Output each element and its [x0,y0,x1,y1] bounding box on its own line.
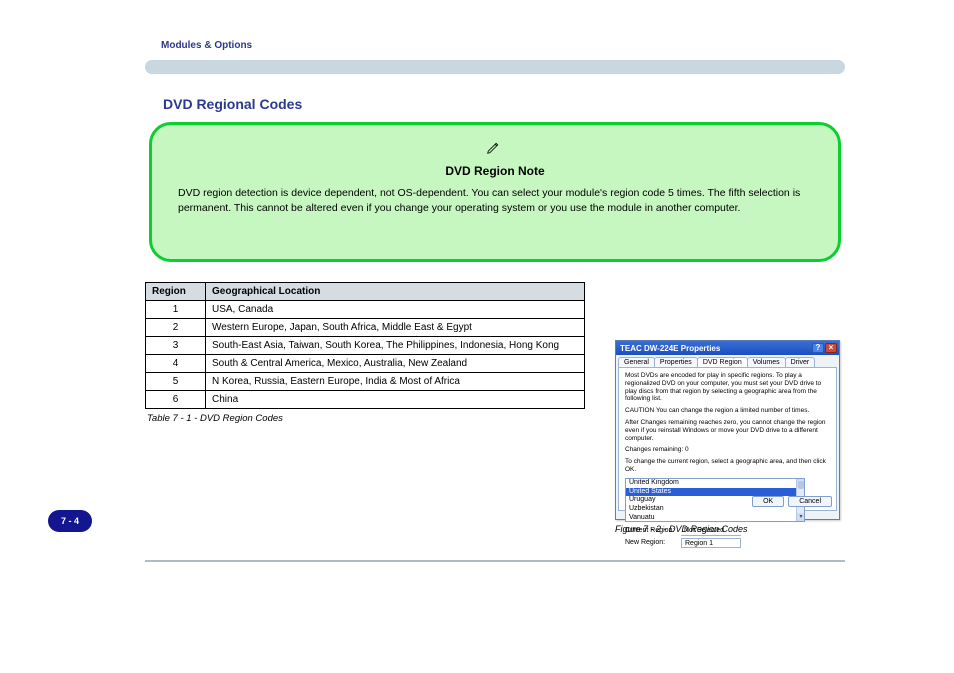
chapter-label: Modules & Options [161,40,252,51]
region-table: Region Geographical Location 1 USA, Cana… [145,282,585,409]
tab-dvd-region[interactable]: DVD Region [697,357,748,367]
location-cell: South & Central America, Mexico, Austral… [206,355,585,373]
pencil-icon [486,141,500,158]
list-item[interactable]: Vanuatu [626,514,804,522]
new-region-label: New Region: [625,539,677,546]
region-cell: 4 [146,355,206,373]
location-cell: USA, Canada [206,301,585,319]
help-icon[interactable]: ? [812,343,824,353]
note-icon-row [178,141,812,158]
dialog-paragraph-2a: CAUTION You can change the region a limi… [625,407,830,415]
cancel-button[interactable]: Cancel [788,496,832,507]
dialog-paragraph-3: Changes remaining: 0 [625,446,830,454]
region-cell: 1 [146,301,206,319]
dialog-tabs: General Properties DVD Region Volumes Dr… [616,355,839,367]
location-cell: China [206,391,585,409]
chevron-down-icon[interactable]: ▾ [797,513,805,521]
list-item[interactable]: United States [626,488,804,497]
dialog-titlebar[interactable]: TEAC DW-224E Properties ? × [616,341,839,355]
location-cell: N Korea, Russia, Eastern Europe, India &… [206,373,585,391]
dvd-region-properties-dialog: TEAC DW-224E Properties ? × General Prop… [615,340,840,520]
note-title: DVD Region Note [178,164,812,178]
dialog-body: Most DVDs are encoded for play in specif… [618,367,837,511]
section-title: DVD Regional Codes [163,96,845,112]
header-bar: Modules & Options [145,60,845,74]
region-cell: 5 [146,373,206,391]
dialog-title: TEAC DW-224E Properties [620,344,720,353]
region-cell: 2 [146,319,206,337]
region-cell: 3 [146,337,206,355]
note-box: DVD Region Note DVD region detection is … [149,122,841,262]
table-row: 3 South-East Asia, Taiwan, South Korea, … [146,337,585,355]
table-row: 6 China [146,391,585,409]
location-cell: South-East Asia, Taiwan, South Korea, Th… [206,337,585,355]
page-number-badge: 7 - 4 [48,510,92,532]
table-row: 2 Western Europe, Japan, South Africa, M… [146,319,585,337]
note-body: DVD region detection is device dependent… [178,186,812,216]
note-paragraph-1: DVD region detection is device dependent… [178,186,812,216]
figure-caption: Figure 7 - 2 - DVD Region Codes [615,524,748,534]
location-cell: Western Europe, Japan, South Africa, Mid… [206,319,585,337]
footer-divider [145,560,845,562]
tab-volumes[interactable]: Volumes [747,357,786,367]
dialog-paragraph-2b: After Changes remaining reaches zero, yo… [625,419,830,442]
table-row: 4 South & Central America, Mexico, Austr… [146,355,585,373]
ok-button[interactable]: OK [752,496,784,507]
tab-driver[interactable]: Driver [785,357,816,367]
region-cell: 6 [146,391,206,409]
table-row: 1 USA, Canada [146,301,585,319]
dialog-paragraph-4: To change the current region, select a g… [625,458,830,474]
list-item[interactable]: United Kingdom [626,479,804,488]
tab-properties[interactable]: Properties [654,357,698,367]
col-header-location: Geographical Location [206,283,585,301]
new-region-field[interactable]: Region 1 [681,538,741,548]
scrollbar-thumb[interactable] [798,481,804,489]
tab-general[interactable]: General [618,357,655,367]
close-icon[interactable]: × [825,343,837,353]
col-header-region: Region [146,283,206,301]
dialog-paragraph-1: Most DVDs are encoded for play in specif… [625,372,830,403]
table-row: 5 N Korea, Russia, Eastern Europe, India… [146,373,585,391]
